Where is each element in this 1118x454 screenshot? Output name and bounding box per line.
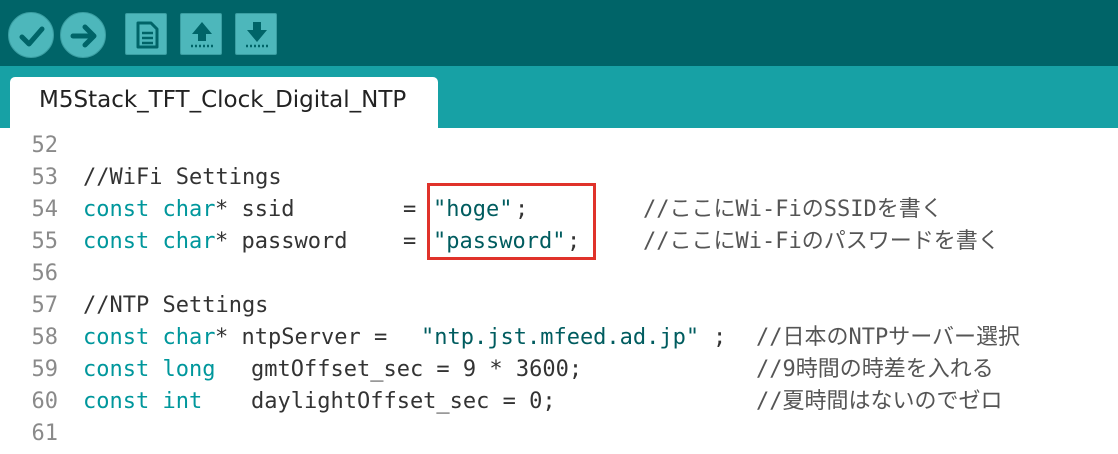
arrow-right-icon	[70, 24, 97, 48]
comment: //ここにWi-Fiのパスワードを書く	[643, 229, 1000, 254]
code-line: const int daylightOffset_sec = 0; //夏時間は…	[83, 386, 1083, 418]
code-line: const char * ntpServer = "ntp.jst.mfeed.…	[83, 322, 1113, 354]
keyword: const char	[83, 229, 216, 254]
tab-sketch[interactable]: M5Stack_TFT_Clock_Digital_NTP	[10, 77, 438, 128]
comment: //9時間の時差を入れる	[756, 357, 994, 382]
line-number: 61	[31, 421, 59, 446]
upload-button[interactable]	[60, 12, 106, 58]
open-arrow-up-icon	[191, 22, 213, 48]
keyword: const int	[83, 389, 203, 414]
code-line: //NTP Settings	[83, 290, 1083, 322]
line-number: 54	[31, 197, 59, 222]
code-editor[interactable]: 52 53 54 55 56 57 58 59 60 61 //WiFi Set…	[0, 128, 1118, 454]
code-text: daylightOffset_sec = 0;	[251, 389, 556, 414]
code-text: ;	[713, 325, 727, 350]
comment: //日本のNTPサーバー選択	[756, 325, 1021, 350]
line-number: 58	[31, 325, 59, 350]
line-number: 60	[31, 389, 59, 414]
tab-bar: M5Stack_TFT_Clock_Digital_NTP	[0, 66, 1118, 128]
code-text: =	[403, 229, 417, 254]
tab-label: M5Stack_TFT_Clock_Digital_NTP	[39, 87, 407, 113]
save-arrow-down-icon	[246, 22, 268, 48]
keyword: const long	[83, 357, 216, 382]
new-sketch-icon	[136, 21, 159, 49]
comment: //ここにWi-FiのSSIDを書く	[643, 197, 943, 222]
new-button[interactable]	[125, 13, 167, 55]
highlight-box	[427, 183, 596, 260]
comment: //夏時間はないのでゼロ	[756, 389, 1003, 414]
open-button[interactable]	[180, 13, 222, 55]
code-text: * ssid	[215, 197, 295, 222]
code-text: =	[403, 197, 417, 222]
line-number-gutter: 52 53 54 55 56 57 58 59 60 61	[0, 128, 66, 454]
line-number: 57	[31, 293, 59, 318]
code-text: gmtOffset_sec = 9 * 3600;	[251, 357, 583, 382]
code-text: * ntpServer =	[215, 325, 401, 350]
line-number: 59	[31, 357, 59, 382]
comment: //WiFi Settings	[83, 165, 282, 190]
check-icon	[19, 26, 45, 47]
line-number: 53	[31, 165, 59, 190]
toolbar	[0, 0, 1118, 66]
line-number: 56	[31, 261, 59, 286]
save-button[interactable]	[235, 13, 277, 55]
string-literal: "ntp.jst.mfeed.ad.jp"	[421, 325, 700, 350]
line-number: 55	[31, 229, 59, 254]
verify-button[interactable]	[8, 12, 54, 58]
keyword: const char	[83, 325, 216, 350]
line-number: 52	[31, 133, 59, 158]
code-text: * password	[215, 229, 348, 254]
code-line: const long gmtOffset_sec = 9 * 3600; //9…	[83, 354, 1083, 386]
comment: //NTP Settings	[83, 293, 269, 318]
keyword: const char	[83, 197, 216, 222]
